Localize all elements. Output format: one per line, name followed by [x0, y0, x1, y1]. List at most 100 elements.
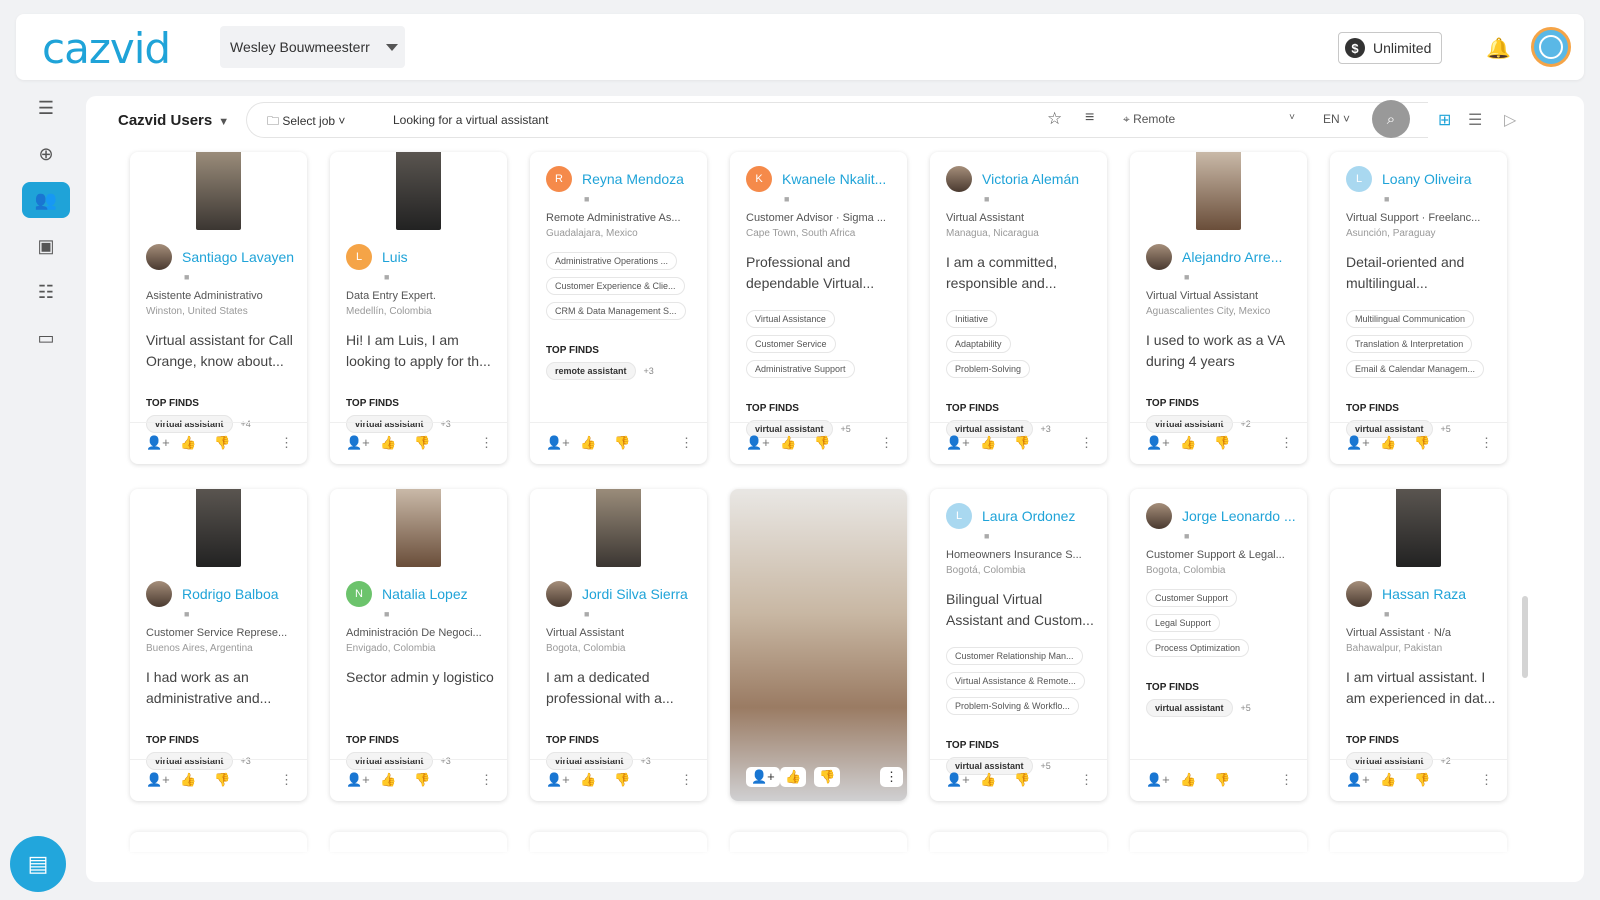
thumbs-up-icon[interactable]: 👍 — [1180, 435, 1196, 451]
thumbs-down-icon[interactable]: 👎 — [414, 435, 430, 451]
user-name[interactable]: Alejandro Arre... — [1182, 249, 1282, 265]
find-users-icon[interactable]: 👥 — [22, 182, 70, 218]
thumbs-down-icon[interactable]: 👎 — [1014, 772, 1030, 788]
user-card[interactable]: Santiago Lavayen ■ Asistente Administrativ… — [130, 152, 307, 464]
user-name[interactable]: Loany Oliveira — [1382, 171, 1472, 187]
add-user-icon[interactable]: 👤+ — [746, 435, 770, 451]
thumbs-down-icon[interactable]: 👎 — [614, 772, 630, 788]
thumbs-up-icon[interactable]: 👍 — [980, 772, 996, 788]
thumbs-down-icon[interactable]: 👎 — [214, 772, 230, 788]
add-user-icon[interactable]: 👤+ — [146, 772, 170, 788]
more-icon[interactable]: ⋮ — [880, 767, 903, 787]
language-select[interactable]: EN ˅ — [1323, 112, 1350, 126]
users-dropdown[interactable]: Cazvid Users ▼ — [118, 112, 229, 129]
scrollbar[interactable] — [1522, 596, 1528, 678]
top-find-chip[interactable]: remote assistant — [546, 362, 636, 380]
thumbs-up-icon[interactable]: 👍 — [580, 435, 596, 451]
more-icon[interactable]: ⋮ — [480, 772, 493, 788]
user-name[interactable]: Luis — [382, 249, 408, 265]
user-card[interactable]: L Luis ■ Data Entry Expert. Medellín, Colomb… — [330, 152, 507, 464]
more-icon[interactable]: ⋮ — [1280, 435, 1293, 451]
thumbs-up-icon[interactable]: 👍 — [580, 772, 596, 788]
chat-icon[interactable]: ▤ — [10, 836, 66, 892]
thumbs-up-icon[interactable]: 👍 — [980, 435, 996, 451]
add-user-icon[interactable]: 👤+ — [946, 772, 970, 788]
user-card[interactable]: Jorge Leonardo ... ■ Customer Support & Le… — [1130, 489, 1307, 801]
select-job-dropdown[interactable]: 🗀 Select job ˅ — [267, 112, 345, 133]
thumbs-up-icon[interactable]: 👍 — [1180, 772, 1196, 788]
thumbs-up-icon[interactable]: 👍 — [780, 767, 807, 787]
video-thumbnail[interactable] — [196, 152, 241, 230]
more-icon[interactable]: ⋮ — [1480, 772, 1493, 788]
more-icon[interactable]: ⋮ — [880, 435, 893, 451]
user-name[interactable]: Jorge Leonardo ... — [1182, 508, 1296, 524]
add-user-icon[interactable]: 👤+ — [546, 772, 570, 788]
more-icon[interactable]: ⋮ — [480, 435, 493, 451]
user-name[interactable]: Victoria Alemán — [982, 171, 1079, 187]
video-thumbnail[interactable] — [1396, 489, 1441, 567]
plan-button[interactable]: $ Unlimited — [1338, 32, 1442, 64]
video-thumbnail[interactable] — [396, 152, 441, 230]
user-name[interactable]: Rodrigo Balboa — [182, 586, 279, 602]
user-name[interactable]: Jordi Silva Sierra — [582, 586, 688, 602]
add-user-icon[interactable]: 👤+ — [546, 435, 570, 451]
user-card[interactable]: Victoria Alemán ■ Virtual Assistant Managua… — [930, 152, 1107, 464]
user-name[interactable]: Santiago Lavayen — [182, 249, 294, 265]
more-icon[interactable]: ⋮ — [680, 772, 693, 788]
user-card[interactable]: Hassan Raza ■ Virtual Assistant · N/a Bahaw… — [1330, 489, 1507, 801]
thumbs-down-icon[interactable]: 👎 — [1214, 772, 1230, 788]
top-find-chip[interactable]: virtual assistant — [1146, 699, 1233, 717]
user-name[interactable]: Laura Ordonez — [982, 508, 1075, 524]
user-card[interactable]: N Natalia Lopez ■ Administración De Negoci.… — [330, 489, 507, 801]
thumbs-up-icon[interactable]: 👍 — [380, 435, 396, 451]
user-name[interactable]: Reyna Mendoza — [582, 171, 684, 187]
location-select[interactable]: ⌖ Remote ˅ — [1123, 112, 1295, 127]
workspace-selector[interactable]: Wesley Bouwmeesterr — [220, 26, 405, 68]
user-card[interactable]: Jordi Silva Sierra ■ Virtual Assistant Bogo… — [530, 489, 707, 801]
inbox-icon[interactable]: ▭ — [22, 320, 70, 356]
thumbs-up-icon[interactable]: 👍 — [380, 772, 396, 788]
video-thumbnail[interactable] — [596, 489, 641, 567]
list-icon[interactable]: ☷ — [22, 274, 70, 310]
thumbs-up-icon[interactable]: 👍 — [180, 435, 196, 451]
more-icon[interactable]: ⋮ — [280, 772, 293, 788]
add-user-icon[interactable]: 👤+ — [346, 772, 370, 788]
user-name[interactable]: Natalia Lopez — [382, 586, 468, 602]
thumbs-up-icon[interactable]: 👍 — [780, 435, 796, 451]
user-avatar[interactable] — [1531, 27, 1571, 67]
add-user-icon[interactable]: 👤+ — [1346, 772, 1370, 788]
user-card[interactable]: L Loany Oliveira ■ Virtual Support · Freela… — [1330, 152, 1507, 464]
user-card[interactable]: Rodrigo Balboa ■ Customer Service Represe.… — [130, 489, 307, 801]
thumbs-down-icon[interactable]: 👎 — [1014, 435, 1030, 451]
thumbs-down-icon[interactable]: 👎 — [1414, 435, 1430, 451]
add-user-icon[interactable]: 👤+ — [346, 435, 370, 451]
video-thumbnail[interactable] — [396, 489, 441, 567]
thumbs-down-icon[interactable]: 👎 — [614, 435, 630, 451]
add-user-icon[interactable]: 👤+ — [1146, 435, 1170, 451]
more-icon[interactable]: ⋮ — [1080, 772, 1093, 788]
add-user-icon[interactable]: 👤+ — [1146, 772, 1170, 788]
more-icon[interactable]: ⋮ — [1480, 435, 1493, 451]
thumbs-down-icon[interactable]: 👎 — [414, 772, 430, 788]
thumbs-up-icon[interactable]: 👍 — [1380, 772, 1396, 788]
thumbs-down-icon[interactable]: 👎 — [1414, 772, 1430, 788]
user-card[interactable]: Alejandro Arre... ■ Virtual Virtual Assist… — [1130, 152, 1307, 464]
add-job-icon[interactable]: ⊕ — [22, 136, 70, 172]
add-user-icon[interactable]: 👤+ — [146, 435, 170, 451]
user-card[interactable]: K Kwanele Nkalit... ■ Customer Advisor · Si… — [730, 152, 907, 464]
video-thumbnail[interactable] — [1196, 152, 1241, 230]
thumbs-up-icon[interactable]: 👍 — [1380, 435, 1396, 451]
more-icon[interactable]: ⋮ — [280, 435, 293, 451]
thumbs-down-icon[interactable]: 👎 — [814, 767, 841, 787]
user-card[interactable]: 👤+ 👍 👎 ⋮ — [730, 489, 907, 801]
user-name[interactable]: Hassan Raza — [1382, 586, 1466, 602]
search-input[interactable]: Looking for a virtual assistant — [393, 113, 548, 127]
more-icon[interactable]: ⋮ — [680, 435, 693, 451]
star-icon[interactable]: ☆ — [1047, 109, 1062, 129]
more-icon[interactable]: ⋮ — [1080, 435, 1093, 451]
filters-icon[interactable]: ≡ — [1085, 109, 1094, 127]
bell-icon[interactable]: 🔔 — [1486, 36, 1511, 61]
grid-view-icon[interactable]: ⊞ — [1438, 110, 1451, 130]
cazvid-logo[interactable]: cazvid — [42, 24, 171, 73]
list-view-icon[interactable]: ☰ — [1468, 110, 1482, 130]
